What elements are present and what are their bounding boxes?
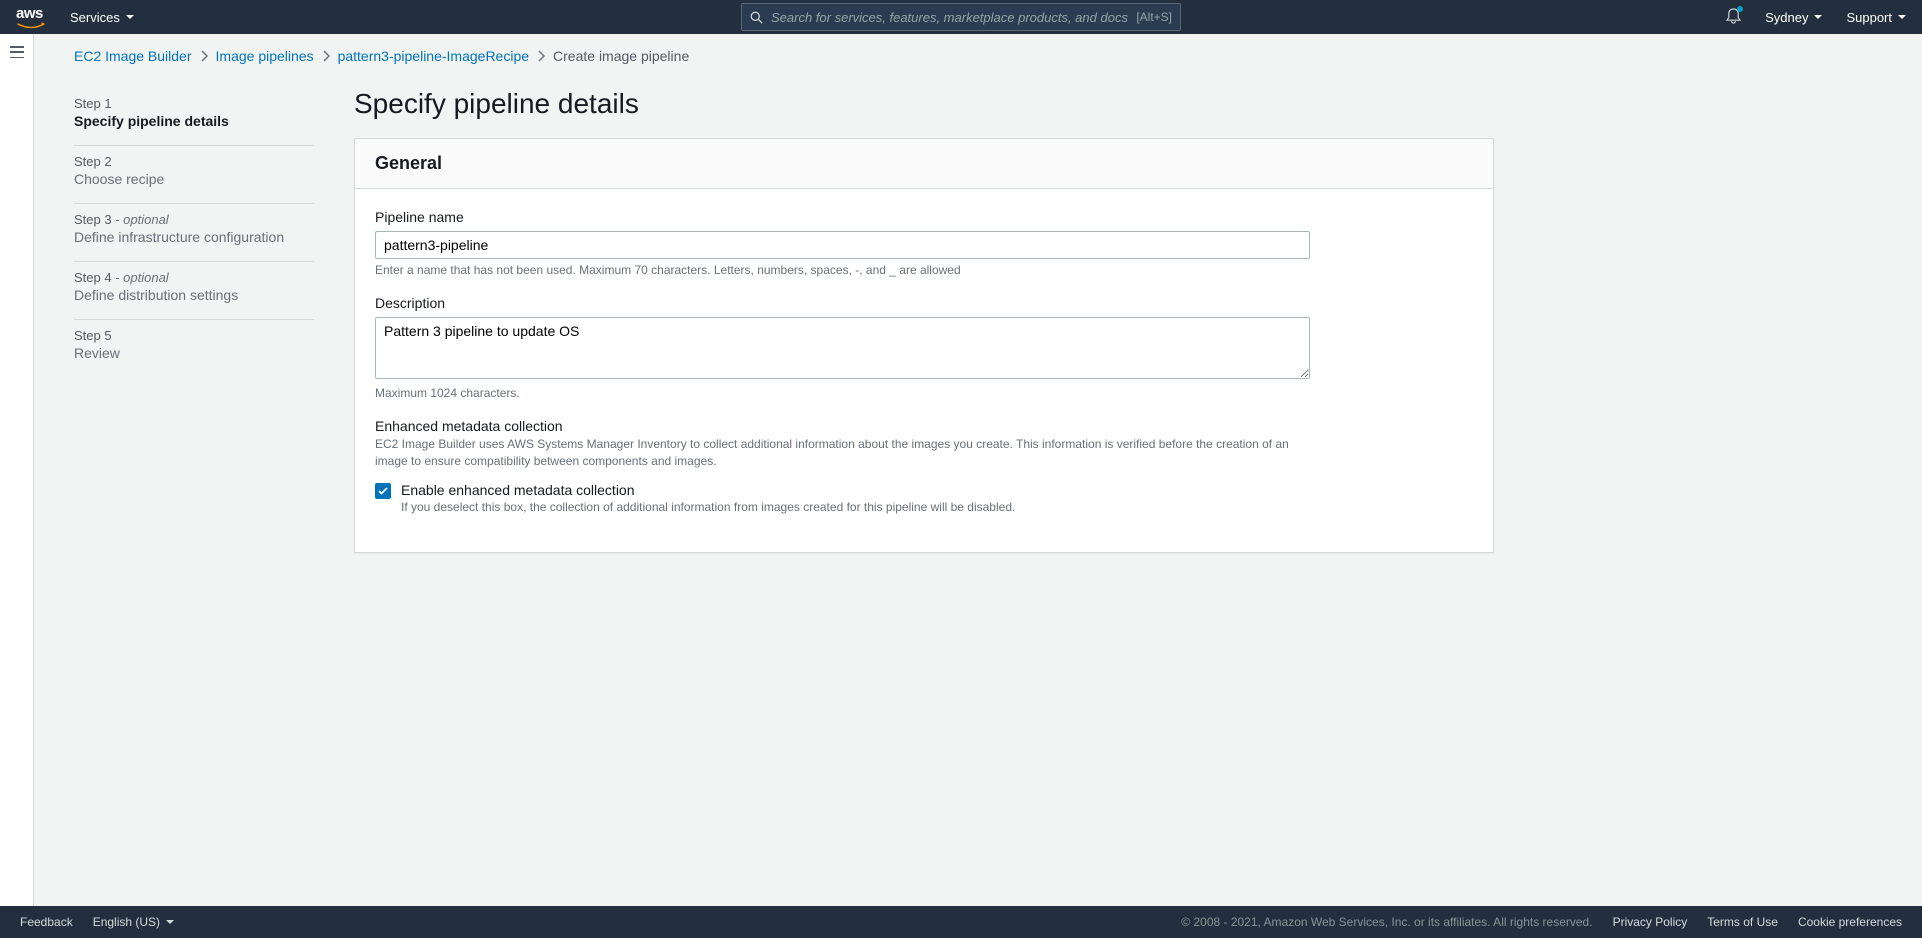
- wizard-step-1[interactable]: Step 1 Specify pipeline details: [74, 88, 314, 146]
- language-label: English (US): [93, 915, 160, 929]
- search-icon: [750, 11, 763, 24]
- pipeline-name-hint: Enter a name that has not been used. Max…: [375, 263, 1473, 277]
- wizard-step-2[interactable]: Step 2 Choose recipe: [74, 146, 314, 204]
- wizard-step-4[interactable]: Step 4 - optional Define distribution se…: [74, 262, 314, 320]
- check-icon: [378, 487, 388, 495]
- step-number: Step 3 - optional: [74, 212, 314, 227]
- language-selector[interactable]: English (US): [93, 915, 174, 929]
- chevron-right-icon: [537, 50, 545, 62]
- region-label: Sydney: [1765, 10, 1808, 25]
- top-nav: aws Services [Alt+S] Sydney Support: [0, 0, 1922, 34]
- search-container: [Alt+S]: [741, 3, 1181, 31]
- panel-heading: General: [375, 153, 1473, 174]
- support-label: Support: [1846, 10, 1892, 25]
- general-panel: General Pipeline name Enter a name that …: [354, 138, 1494, 553]
- hamburger-icon: [10, 46, 24, 58]
- step-title: Define infrastructure configuration: [74, 229, 314, 245]
- notifications-button[interactable]: [1726, 8, 1741, 27]
- breadcrumb: EC2 Image Builder Image pipelines patter…: [34, 34, 1922, 64]
- side-nav-toggle[interactable]: [0, 34, 34, 906]
- main-content: Specify pipeline details General Pipelin…: [354, 88, 1494, 553]
- step-title: Review: [74, 345, 314, 361]
- services-menu[interactable]: Services: [70, 10, 134, 25]
- search-box[interactable]: [Alt+S]: [741, 3, 1181, 31]
- enhanced-label: Enhanced metadata collection: [375, 418, 1473, 434]
- footer: Feedback English (US) © 2008 - 2021, Ama…: [0, 906, 1922, 938]
- enhanced-checkbox[interactable]: [375, 483, 391, 499]
- breadcrumb-link[interactable]: pattern3-pipeline-ImageRecipe: [338, 48, 529, 64]
- cookie-link[interactable]: Cookie preferences: [1798, 915, 1902, 929]
- enhanced-checkbox-label: Enable enhanced metadata collection: [401, 482, 1015, 498]
- copyright: © 2008 - 2021, Amazon Web Services, Inc.…: [1181, 915, 1592, 929]
- description-label: Description: [375, 295, 1473, 311]
- main-scroll[interactable]: EC2 Image Builder Image pipelines patter…: [34, 34, 1922, 906]
- chevron-down-icon: [1814, 15, 1822, 19]
- page-body: i EC2 Image Builder Image pipelines patt…: [0, 34, 1922, 906]
- description-hint: Maximum 1024 characters.: [375, 386, 1473, 400]
- chevron-down-icon: [166, 920, 174, 924]
- description-group: Description Maximum 1024 characters.: [375, 295, 1473, 400]
- step-number: Step 4 - optional: [74, 270, 314, 285]
- step-number: Step 1: [74, 96, 314, 111]
- step-title: Specify pipeline details: [74, 113, 314, 129]
- wizard-step-5[interactable]: Step 5 Review: [74, 320, 314, 377]
- pipeline-name-group: Pipeline name Enter a name that has not …: [375, 209, 1473, 277]
- step-title: Define distribution settings: [74, 287, 314, 303]
- page-title: Specify pipeline details: [354, 88, 1494, 120]
- breadcrumb-current: Create image pipeline: [553, 48, 689, 64]
- description-input[interactable]: [375, 317, 1310, 379]
- aws-logo[interactable]: aws: [16, 5, 46, 30]
- enhanced-metadata-group: Enhanced metadata collection EC2 Image B…: [375, 418, 1473, 514]
- chevron-right-icon: [200, 50, 208, 62]
- enhanced-desc: EC2 Image Builder uses AWS Systems Manag…: [375, 436, 1310, 470]
- wizard-nav: Step 1 Specify pipeline details Step 2 C…: [74, 88, 314, 553]
- chevron-right-icon: [322, 50, 330, 62]
- step-number: Step 5: [74, 328, 314, 343]
- services-label: Services: [70, 10, 120, 25]
- step-number: Step 2: [74, 154, 314, 169]
- pipeline-name-label: Pipeline name: [375, 209, 1473, 225]
- step-title: Choose recipe: [74, 171, 314, 187]
- enhanced-checkbox-sub: If you deselect this box, the collection…: [401, 500, 1015, 514]
- panel-header: General: [355, 139, 1493, 189]
- breadcrumb-link[interactable]: EC2 Image Builder: [74, 48, 192, 64]
- pipeline-name-input[interactable]: [375, 231, 1310, 259]
- search-input[interactable]: [763, 10, 1136, 25]
- region-selector[interactable]: Sydney: [1765, 10, 1822, 25]
- search-shortcut: [Alt+S]: [1136, 10, 1172, 24]
- privacy-link[interactable]: Privacy Policy: [1613, 915, 1688, 929]
- terms-link[interactable]: Terms of Use: [1707, 915, 1778, 929]
- chevron-down-icon: [126, 15, 134, 19]
- notification-dot-icon: [1737, 6, 1743, 12]
- breadcrumb-link[interactable]: Image pipelines: [216, 48, 314, 64]
- wizard-step-3[interactable]: Step 3 - optional Define infrastructure …: [74, 204, 314, 262]
- feedback-link[interactable]: Feedback: [20, 915, 73, 929]
- chevron-down-icon: [1898, 15, 1906, 19]
- support-menu[interactable]: Support: [1846, 10, 1906, 25]
